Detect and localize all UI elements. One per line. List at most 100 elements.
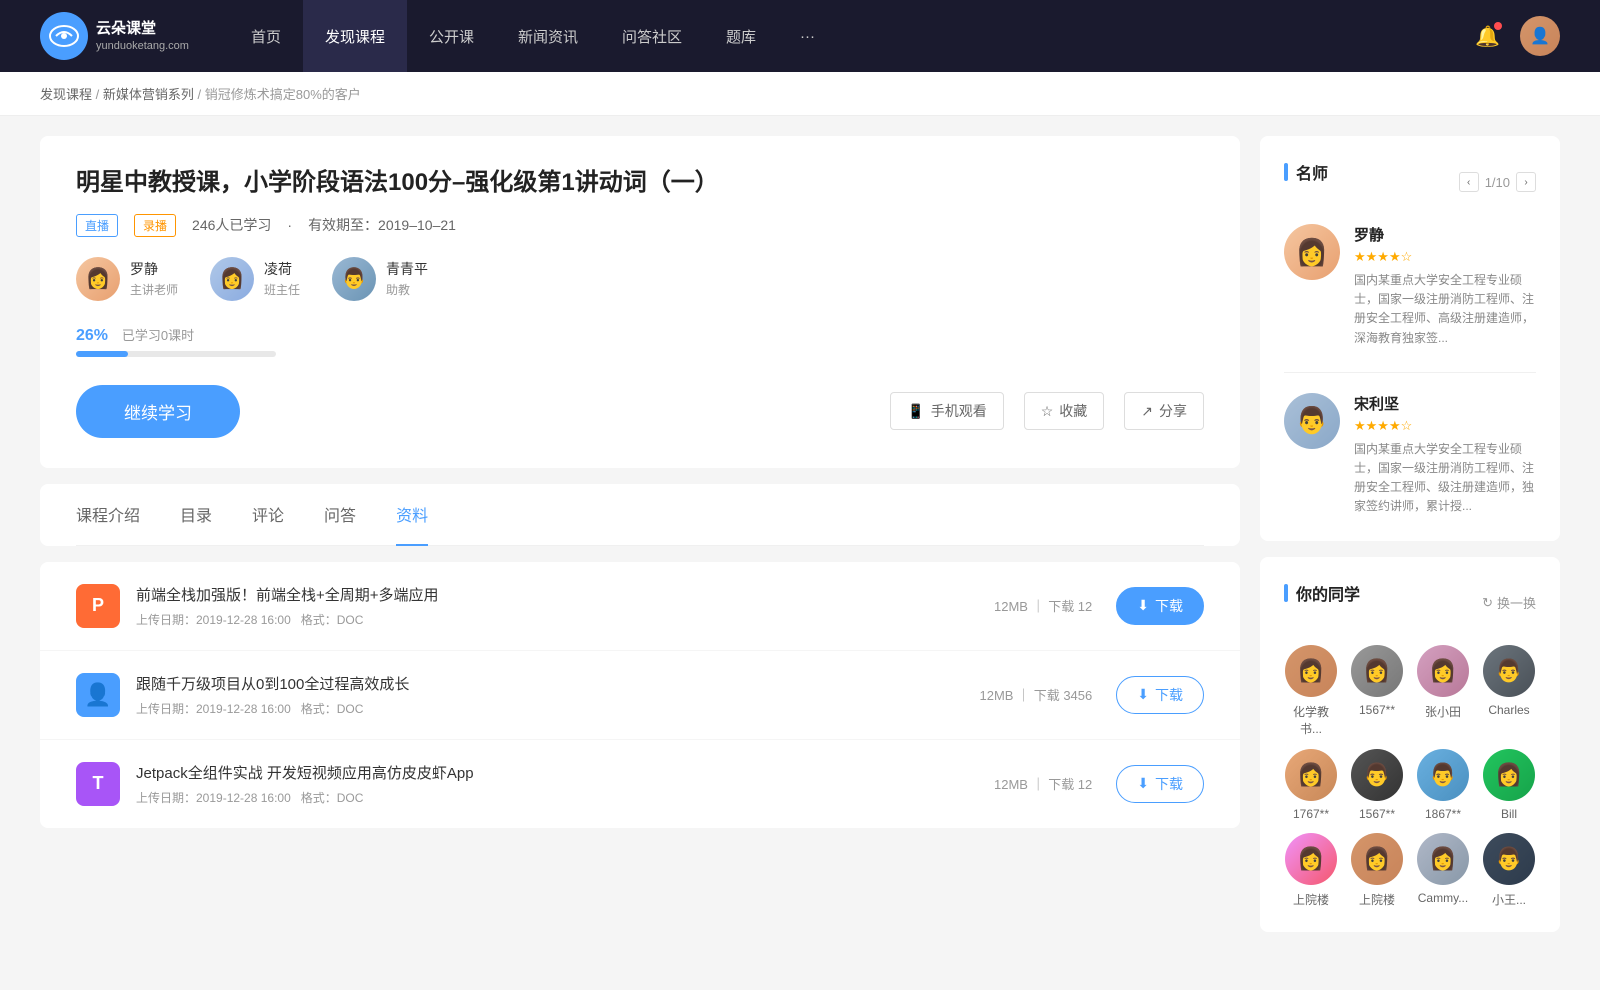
classmate-item-3: 👨 Charles bbox=[1482, 645, 1536, 737]
breadcrumb-link-series[interactable]: 新媒体营销系列 bbox=[103, 87, 194, 102]
classmates-grid: 👩 化学教书... 👩 1567** 👩 张小田 👨 Charles bbox=[1284, 645, 1536, 908]
valid-until-date: 有效期至：2019–10–21 bbox=[308, 215, 456, 235]
tab-comment[interactable]: 评论 bbox=[252, 484, 284, 546]
resource-icon-3: T bbox=[76, 762, 120, 806]
classmate-item-8: 👩 上院楼 bbox=[1284, 833, 1338, 908]
classmate-avatar-10[interactable]: 👩 bbox=[1417, 833, 1469, 885]
star-icon: ☆ bbox=[1041, 403, 1054, 420]
refresh-icon: ↻ bbox=[1482, 595, 1493, 611]
classmate-avatar-3[interactable]: 👨 bbox=[1483, 645, 1535, 697]
nav-item-more[interactable]: ··· bbox=[778, 0, 837, 72]
classmate-avatar-0[interactable]: 👩 bbox=[1285, 645, 1337, 697]
nav-item-discover[interactable]: 发现课程 bbox=[303, 0, 407, 72]
sidebar-teacher-2: 👨 宋利坚 ★★★★☆ 国内某重点大学安全工程专业硕士，国家一级注册消防工程师、… bbox=[1284, 393, 1536, 517]
classmate-name-9: 上院楼 bbox=[1359, 891, 1395, 908]
classmate-item-1: 👩 1567** bbox=[1350, 645, 1404, 737]
classmate-item-0: 👩 化学教书... bbox=[1284, 645, 1338, 737]
teachers-sidebar-header: 名师 ‹ 1/10 › bbox=[1284, 160, 1536, 204]
resource-stats-3: 12MB ｜ 下载 12 bbox=[994, 774, 1092, 793]
breadcrumb-link-discover[interactable]: 发现课程 bbox=[40, 87, 92, 102]
classmates-sidebar-title: 你的同学 bbox=[1284, 581, 1360, 605]
download-button-1[interactable]: ⬇ 下载 bbox=[1116, 587, 1204, 625]
sidebar-teacher-desc-2: 国内某重点大学安全工程专业硕士，国家一级注册消防工程师、注册安全工程师、级注册建… bbox=[1354, 440, 1536, 517]
classmates-sidebar-header: 你的同学 ↻ 换一换 bbox=[1284, 581, 1536, 625]
notification-bell[interactable]: 🔔 bbox=[1475, 24, 1500, 49]
resource-item-3: T Jetpack全组件实战 开发短视频应用高仿皮皮虾App 上传日期：2019… bbox=[40, 740, 1240, 828]
teachers-sidebar-title: 名师 bbox=[1284, 160, 1328, 184]
tab-qa[interactable]: 问答 bbox=[324, 484, 356, 546]
classmate-name-0: 化学教书... bbox=[1284, 703, 1338, 737]
nav-item-news[interactable]: 新闻资讯 bbox=[496, 0, 600, 72]
teacher-info-3: 青青平 助教 bbox=[386, 259, 428, 298]
teacher-item-1: 👩 罗静 主讲老师 bbox=[76, 257, 178, 301]
resource-info-2: 跟随千万级项目从0到100全过程高效成长 上传日期：2019-12-28 16:… bbox=[136, 673, 980, 717]
next-teacher-btn[interactable]: › bbox=[1516, 172, 1536, 192]
classmate-avatar-8[interactable]: 👩 bbox=[1285, 833, 1337, 885]
share-icon: ↗ bbox=[1141, 403, 1153, 420]
user-avatar-image: 👤 bbox=[1520, 16, 1560, 56]
continue-study-button[interactable]: 继续学习 bbox=[76, 385, 240, 438]
tab-catalog[interactable]: 目录 bbox=[180, 484, 212, 546]
students-count: 246人已学习 bbox=[192, 215, 271, 235]
resource-info-3: Jetpack全组件实战 开发短视频应用高仿皮皮虾App 上传日期：2019-1… bbox=[136, 762, 994, 806]
classmate-name-4: 1767** bbox=[1293, 807, 1329, 821]
sidebar-teacher-name-1: 罗静 bbox=[1354, 224, 1536, 245]
mobile-watch-button[interactable]: 📱 手机观看 bbox=[890, 392, 1003, 430]
classmate-name-2: 张小田 bbox=[1425, 703, 1461, 720]
classmate-avatar-6[interactable]: 👨 bbox=[1417, 749, 1469, 801]
classmate-avatar-11[interactable]: 👨 bbox=[1483, 833, 1535, 885]
switch-classmates-button[interactable]: ↻ 换一换 bbox=[1482, 593, 1536, 612]
breadcrumb-sep-1: / bbox=[96, 87, 103, 102]
progress-section: 26% 已学习0课时 bbox=[76, 325, 1204, 357]
teachers-sidebar-card: 名师 ‹ 1/10 › 👩 罗静 ★★★★☆ 国内某重点大学安全工程专业硕士，国… bbox=[1260, 136, 1560, 541]
classmate-item-10: 👩 Cammy... bbox=[1416, 833, 1470, 908]
nav-item-home[interactable]: 首页 bbox=[229, 0, 303, 72]
tab-intro[interactable]: 课程介绍 bbox=[76, 484, 140, 546]
course-header-card: 明星中教授课，小学阶段语法100分–强化级第1讲动词（一） 直播 录播 246人… bbox=[40, 136, 1240, 468]
teacher-name-2: 凌荷 bbox=[264, 259, 300, 279]
classmate-name-7: Bill bbox=[1501, 807, 1517, 821]
action-buttons: 📱 手机观看 ☆ 收藏 ↗ 分享 bbox=[890, 392, 1204, 430]
logo-text: 云朵课堂 yunduoketang.com bbox=[96, 19, 189, 53]
classmate-name-5: 1567** bbox=[1359, 807, 1395, 821]
download-button-2[interactable]: ⬇ 下载 bbox=[1116, 676, 1204, 714]
user-avatar-nav[interactable]: 👤 bbox=[1520, 16, 1560, 56]
sidebar-teacher-info-1: 罗静 ★★★★☆ 国内某重点大学安全工程专业硕士，国家一级注册消防工程师、注册安… bbox=[1354, 224, 1536, 348]
classmate-name-8: 上院楼 bbox=[1293, 891, 1329, 908]
sidebar-teacher-1: 👩 罗静 ★★★★☆ 国内某重点大学安全工程专业硕士，国家一级注册消防工程师、注… bbox=[1284, 224, 1536, 348]
sidebar-teacher-stars-2: ★★★★☆ bbox=[1354, 418, 1536, 434]
classmate-avatar-2[interactable]: 👩 bbox=[1417, 645, 1469, 697]
breadcrumb-current: 销冠修炼术搞定80%的客户 bbox=[205, 87, 361, 102]
tabs-row: 课程介绍 目录 评论 问答 资料 bbox=[76, 484, 1204, 546]
content-area: 明星中教授课，小学阶段语法100分–强化级第1讲动词（一） 直播 录播 246人… bbox=[40, 136, 1240, 948]
prev-teacher-btn[interactable]: ‹ bbox=[1459, 172, 1479, 192]
classmate-avatar-7[interactable]: 👩 bbox=[1483, 749, 1535, 801]
download-icon-1: ⬇ bbox=[1137, 597, 1149, 614]
switch-btn-area: ↻ 换一换 bbox=[1482, 593, 1536, 612]
classmate-avatar-5[interactable]: 👨 bbox=[1351, 749, 1403, 801]
teacher-avatar-3: 👨 bbox=[332, 257, 376, 301]
course-meta: 直播 录播 246人已学习 · 有效期至：2019–10–21 bbox=[76, 214, 1204, 237]
download-button-3[interactable]: ⬇ 下载 bbox=[1116, 765, 1204, 803]
classmate-name-1: 1567** bbox=[1359, 703, 1395, 717]
progress-study: 已学习0课时 bbox=[122, 328, 194, 343]
classmate-item-9: 👩 上院楼 bbox=[1350, 833, 1404, 908]
share-button[interactable]: ↗ 分享 bbox=[1124, 392, 1204, 430]
teacher-role-3: 助教 bbox=[386, 281, 428, 298]
mobile-icon: 📱 bbox=[907, 403, 924, 420]
nav-item-quiz[interactable]: 题库 bbox=[704, 0, 778, 72]
logo[interactable]: 云朵课堂 yunduoketang.com bbox=[40, 12, 189, 60]
teacher-info-1: 罗静 主讲老师 bbox=[130, 259, 178, 298]
classmate-avatar-9[interactable]: 👩 bbox=[1351, 833, 1403, 885]
teacher-item-3: 👨 青青平 助教 bbox=[332, 257, 428, 301]
collect-button[interactable]: ☆ 收藏 bbox=[1024, 392, 1105, 430]
download-icon-2: ⬇ bbox=[1137, 686, 1149, 703]
teacher-info-2: 凌荷 班主任 bbox=[264, 259, 300, 298]
sidebar-teacher-info-2: 宋利坚 ★★★★☆ 国内某重点大学安全工程专业硕士，国家一级注册消防工程师、注册… bbox=[1354, 393, 1536, 517]
classmate-avatar-1[interactable]: 👩 bbox=[1351, 645, 1403, 697]
nav-item-open[interactable]: 公开课 bbox=[407, 0, 496, 72]
tab-resource[interactable]: 资料 bbox=[396, 484, 428, 546]
nav-item-qa[interactable]: 问答社区 bbox=[600, 0, 704, 72]
tabs-card: 课程介绍 目录 评论 问答 资料 bbox=[40, 484, 1240, 546]
classmate-avatar-4[interactable]: 👩 bbox=[1285, 749, 1337, 801]
